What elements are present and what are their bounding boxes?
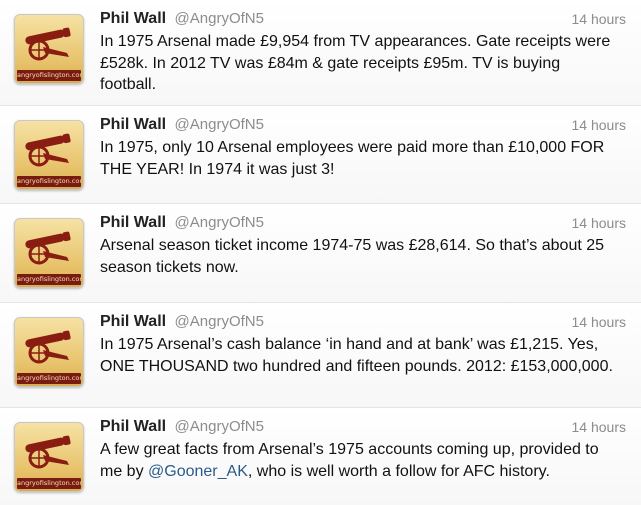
author-handle[interactable]: @AngryOfN5 (175, 313, 264, 330)
tweet-timestamp[interactable]: 14 hours (572, 117, 626, 133)
author-handle[interactable]: @AngryOfN5 (175, 10, 264, 27)
tweet-timestamp[interactable]: 14 hours (572, 314, 626, 330)
tweet-text: Arsenal season ticket income 1974-75 was… (100, 237, 605, 276)
author-name[interactable]: Phil Wall (100, 10, 166, 27)
tweet-text: A few great facts from Arsenal’s 1975 ac… (100, 439, 620, 482)
tweet-text: In 1975 Arsenal’s cash balance ‘in hand … (100, 336, 613, 375)
tweet-header: Phil Wall @AngryOfN5 (100, 116, 264, 138)
tweet-header: Phil Wall @AngryOfN5 (100, 214, 264, 236)
avatar-caption: angryofislington.com (17, 70, 81, 81)
avatar-caption: angryofislington.com (17, 478, 81, 489)
tweet-timestamp[interactable]: 14 hours (572, 215, 626, 231)
avatar-caption: angryofislington.com (17, 373, 81, 384)
avatar-caption: angryofislington.com (17, 274, 81, 285)
author-handle[interactable]: @AngryOfN5 (175, 116, 264, 133)
author-name[interactable]: Phil Wall (100, 116, 166, 133)
cannon-icon (25, 435, 71, 469)
cannon-icon (25, 133, 71, 167)
tweet[interactable]: angryofislington.com Phil Wall @AngryOfN… (0, 204, 641, 303)
author-name[interactable]: Phil Wall (100, 214, 166, 231)
tweet[interactable]: angryofislington.com Phil Wall @AngryOfN… (0, 408, 641, 505)
author-handle[interactable]: @AngryOfN5 (175, 418, 264, 435)
tweet-header: Phil Wall @AngryOfN5 (100, 10, 264, 32)
avatar[interactable]: angryofislington.com (14, 218, 84, 288)
tweet[interactable]: angryofislington.com Phil Wall @AngryOfN… (0, 303, 641, 408)
tweet[interactable]: angryofislington.com Phil Wall @AngryOfN… (0, 106, 641, 204)
tweet-header: Phil Wall @AngryOfN5 (100, 418, 264, 440)
author-name[interactable]: Phil Wall (100, 313, 166, 330)
cannon-icon (25, 330, 71, 364)
tweet-text: In 1975, only 10 Arsenal employees were … (100, 139, 605, 178)
avatar-caption: angryofislington.com (17, 176, 81, 187)
author-handle[interactable]: @AngryOfN5 (175, 214, 264, 231)
mention-link[interactable]: @Gooner_AK (148, 463, 248, 480)
tweet-header: Phil Wall @AngryOfN5 (100, 313, 264, 335)
cannon-icon (25, 27, 71, 61)
avatar[interactable]: angryofislington.com (14, 422, 84, 492)
tweet-text-after: , who is well worth a follow for AFC his… (247, 462, 550, 480)
avatar[interactable]: angryofislington.com (14, 120, 84, 190)
cannon-icon (25, 231, 71, 265)
tweet-text: In 1975 Arsenal made £9,954 from TV appe… (100, 33, 611, 93)
author-name[interactable]: Phil Wall (100, 418, 166, 435)
avatar[interactable]: angryofislington.com (14, 317, 84, 387)
avatar[interactable]: angryofislington.com (14, 14, 84, 84)
tweet-timestamp[interactable]: 14 hours (572, 11, 626, 27)
tweet[interactable]: angryofislington.com Phil Wall @AngryOfN… (0, 0, 641, 106)
tweet-timeline: angryofislington.com Phil Wall @AngryOfN… (0, 0, 641, 505)
tweet-timestamp[interactable]: 14 hours (572, 419, 626, 435)
